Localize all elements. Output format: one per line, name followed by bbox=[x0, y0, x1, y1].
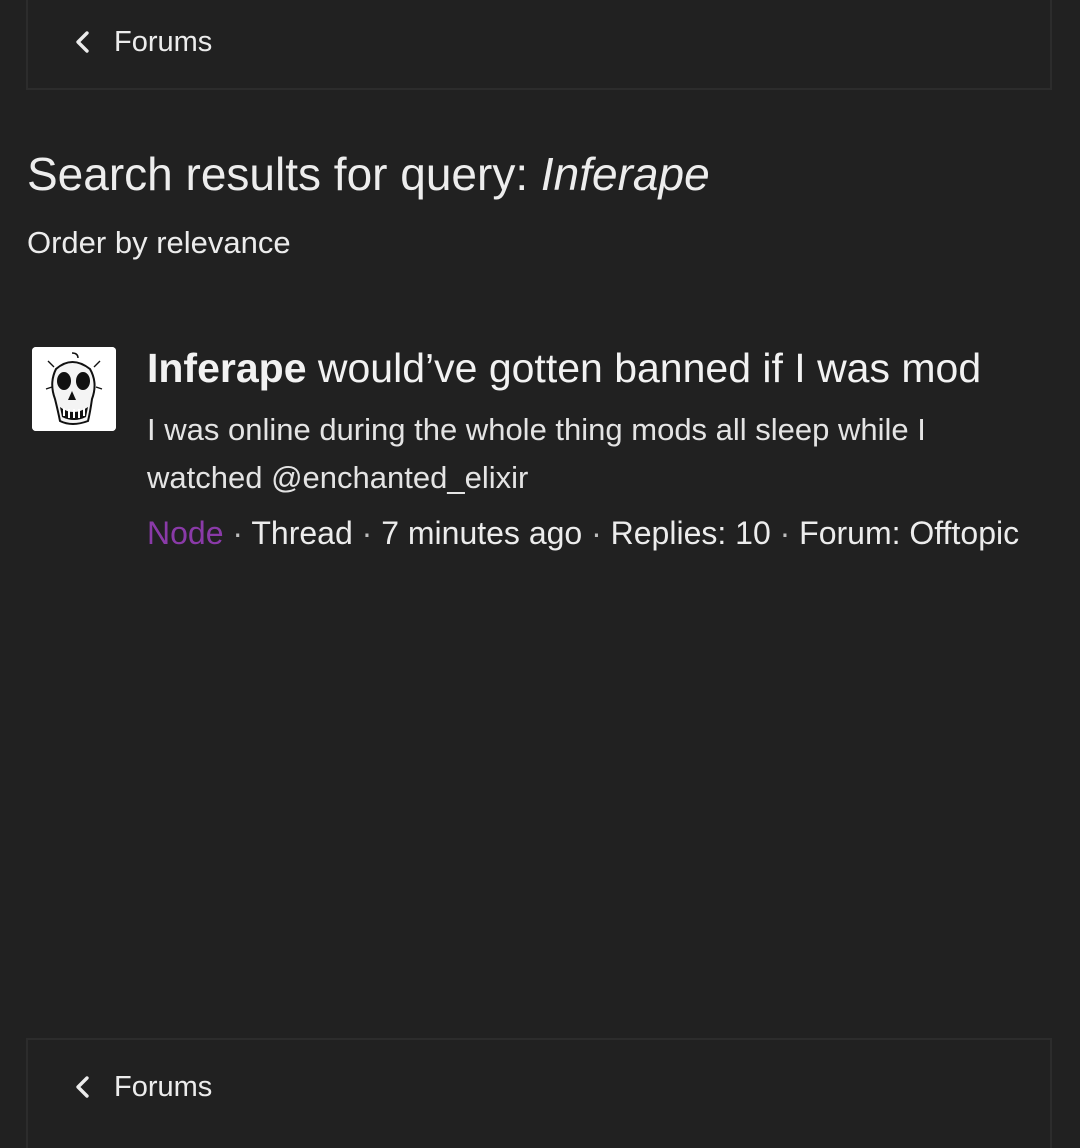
page-title: Search results for query: Inferape bbox=[27, 144, 710, 204]
result-body: Inferape would’ve gotten banned if I was… bbox=[147, 342, 1027, 557]
chevron-left-icon bbox=[68, 27, 98, 57]
search-query: Inferape bbox=[540, 148, 710, 200]
meta-separator: · bbox=[223, 515, 252, 551]
order-by-label: Order by relevance bbox=[27, 225, 291, 260]
reply-count: Replies: 10 bbox=[610, 515, 771, 551]
result-snippet: I was online during the whole thing mods… bbox=[147, 412, 926, 495]
top-breadcrumb-bar: Forums bbox=[26, 0, 1052, 90]
post-time: 7 minutes ago bbox=[381, 515, 583, 551]
bottom-breadcrumb-bar: Forums bbox=[26, 1038, 1052, 1148]
result-title-highlight: Inferape bbox=[147, 345, 307, 391]
result-meta: Node · Thread · 7 minutes ago · Replies:… bbox=[147, 510, 1027, 557]
back-link-label: Forums bbox=[114, 1071, 213, 1103]
result-title-link[interactable]: Inferape would’ve gotten banned if I was… bbox=[147, 342, 1027, 394]
avatar[interactable] bbox=[32, 347, 116, 431]
back-to-forums-link[interactable]: Forums bbox=[68, 1070, 212, 1104]
title-prefix: Search results for query: bbox=[27, 148, 541, 200]
meta-separator: · bbox=[582, 515, 611, 551]
back-to-forums-link[interactable]: Forums bbox=[68, 25, 212, 59]
author-link[interactable]: Node bbox=[147, 515, 224, 551]
result-title-text: would’ve gotten banned if I was mod bbox=[306, 345, 982, 391]
skull-avatar-image bbox=[32, 347, 116, 431]
chevron-left-icon bbox=[68, 1072, 98, 1102]
meta-separator: · bbox=[352, 515, 382, 551]
back-link-label: Forums bbox=[114, 26, 213, 58]
content-type: Thread bbox=[251, 515, 353, 551]
forum-link[interactable]: Forum: Offtopic bbox=[799, 515, 1019, 551]
meta-separator: · bbox=[770, 515, 800, 551]
